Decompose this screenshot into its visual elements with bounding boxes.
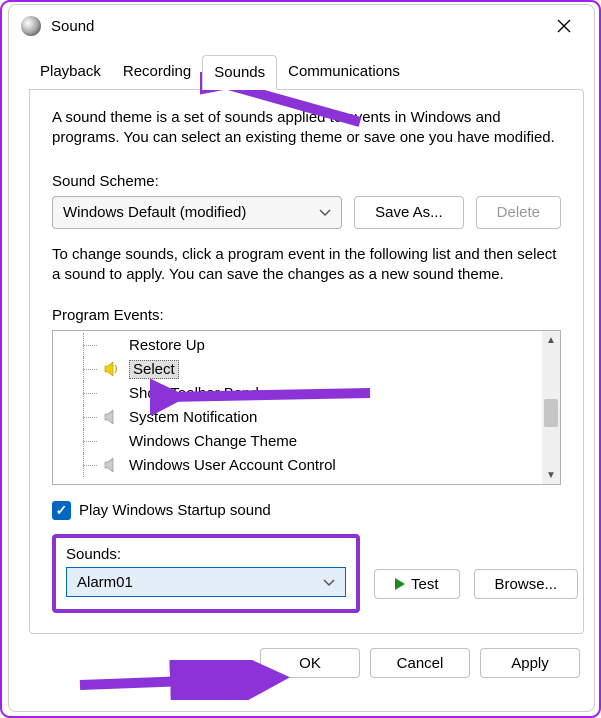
speaker-muted-icon <box>103 457 123 473</box>
apply-button[interactable]: Apply <box>480 648 580 678</box>
cancel-button[interactable]: Cancel <box>370 648 470 678</box>
scroll-up-icon[interactable]: ▲ <box>542 331 560 349</box>
scroll-down-icon[interactable]: ▼ <box>542 466 560 484</box>
save-as-button[interactable]: Save As... <box>354 196 464 229</box>
event-row[interactable]: Select <box>53 357 542 381</box>
dialog-footer: OK Cancel Apply <box>9 634 594 678</box>
scroll-thumb[interactable] <box>544 399 558 427</box>
close-icon <box>557 19 571 33</box>
window-title: Sound <box>51 18 542 35</box>
event-row[interactable]: Show Toolbar Band <box>53 381 542 405</box>
sound-app-icon <box>21 16 41 36</box>
chevron-down-icon <box>319 204 331 221</box>
description-text: A sound theme is a set of sounds applied… <box>52 108 561 149</box>
sounds-combo-value: Alarm01 <box>77 574 133 591</box>
scheme-combo-value: Windows Default (modified) <box>63 204 246 221</box>
events-scrollbar[interactable]: ▲ ▼ <box>542 331 560 484</box>
speaker-empty-icon <box>103 433 123 449</box>
browse-button[interactable]: Browse... <box>474 569 579 599</box>
tab-playback[interactable]: Playback <box>29 55 112 90</box>
scheme-label: Sound Scheme: <box>52 173 561 190</box>
event-row[interactable]: Windows User Account Control <box>53 453 542 477</box>
startup-sound-label: Play Windows Startup sound <box>79 502 271 519</box>
close-button[interactable] <box>542 10 586 42</box>
tab-communications[interactable]: Communications <box>277 55 411 90</box>
speaker-empty-icon <box>103 337 123 353</box>
checkbox-checked-icon: ✓ <box>52 501 71 520</box>
program-events-label: Program Events: <box>52 307 561 324</box>
tab-strip: Playback Recording Sounds Communications <box>29 55 586 90</box>
titlebar: Sound <box>9 5 594 47</box>
test-button[interactable]: Test <box>374 569 460 599</box>
sounds-combo[interactable]: Alarm01 <box>66 567 346 597</box>
events-list-inner: Restore Up Select Show Toolbar Band <box>53 331 542 484</box>
event-row[interactable]: Windows Change Theme <box>53 429 542 453</box>
scroll-track[interactable] <box>542 349 560 466</box>
instruction-text: To change sounds, click a program event … <box>52 245 561 286</box>
speaker-empty-icon <box>103 385 123 401</box>
tab-sounds[interactable]: Sounds <box>202 55 277 90</box>
event-row[interactable]: Restore Up <box>53 333 542 357</box>
tab-recording[interactable]: Recording <box>112 55 202 90</box>
sounds-label: Sounds: <box>66 546 346 563</box>
speaker-sound-icon <box>103 361 123 377</box>
sounds-highlight-box: Sounds: Alarm01 <box>52 534 360 613</box>
scheme-combo[interactable]: Windows Default (modified) <box>52 196 342 229</box>
sound-dialog: Sound Playback Recording Sounds Communic… <box>8 4 595 712</box>
startup-sound-checkbox-row[interactable]: ✓ Play Windows Startup sound <box>52 501 561 520</box>
delete-button: Delete <box>476 196 561 229</box>
play-icon <box>395 578 405 590</box>
program-events-listbox[interactable]: Restore Up Select Show Toolbar Band <box>52 330 561 485</box>
ok-button[interactable]: OK <box>260 648 360 678</box>
chevron-down-icon <box>323 574 335 591</box>
event-row[interactable]: System Notification <box>53 405 542 429</box>
tab-panel-sounds: A sound theme is a set of sounds applied… <box>29 89 584 634</box>
speaker-muted-icon <box>103 409 123 425</box>
